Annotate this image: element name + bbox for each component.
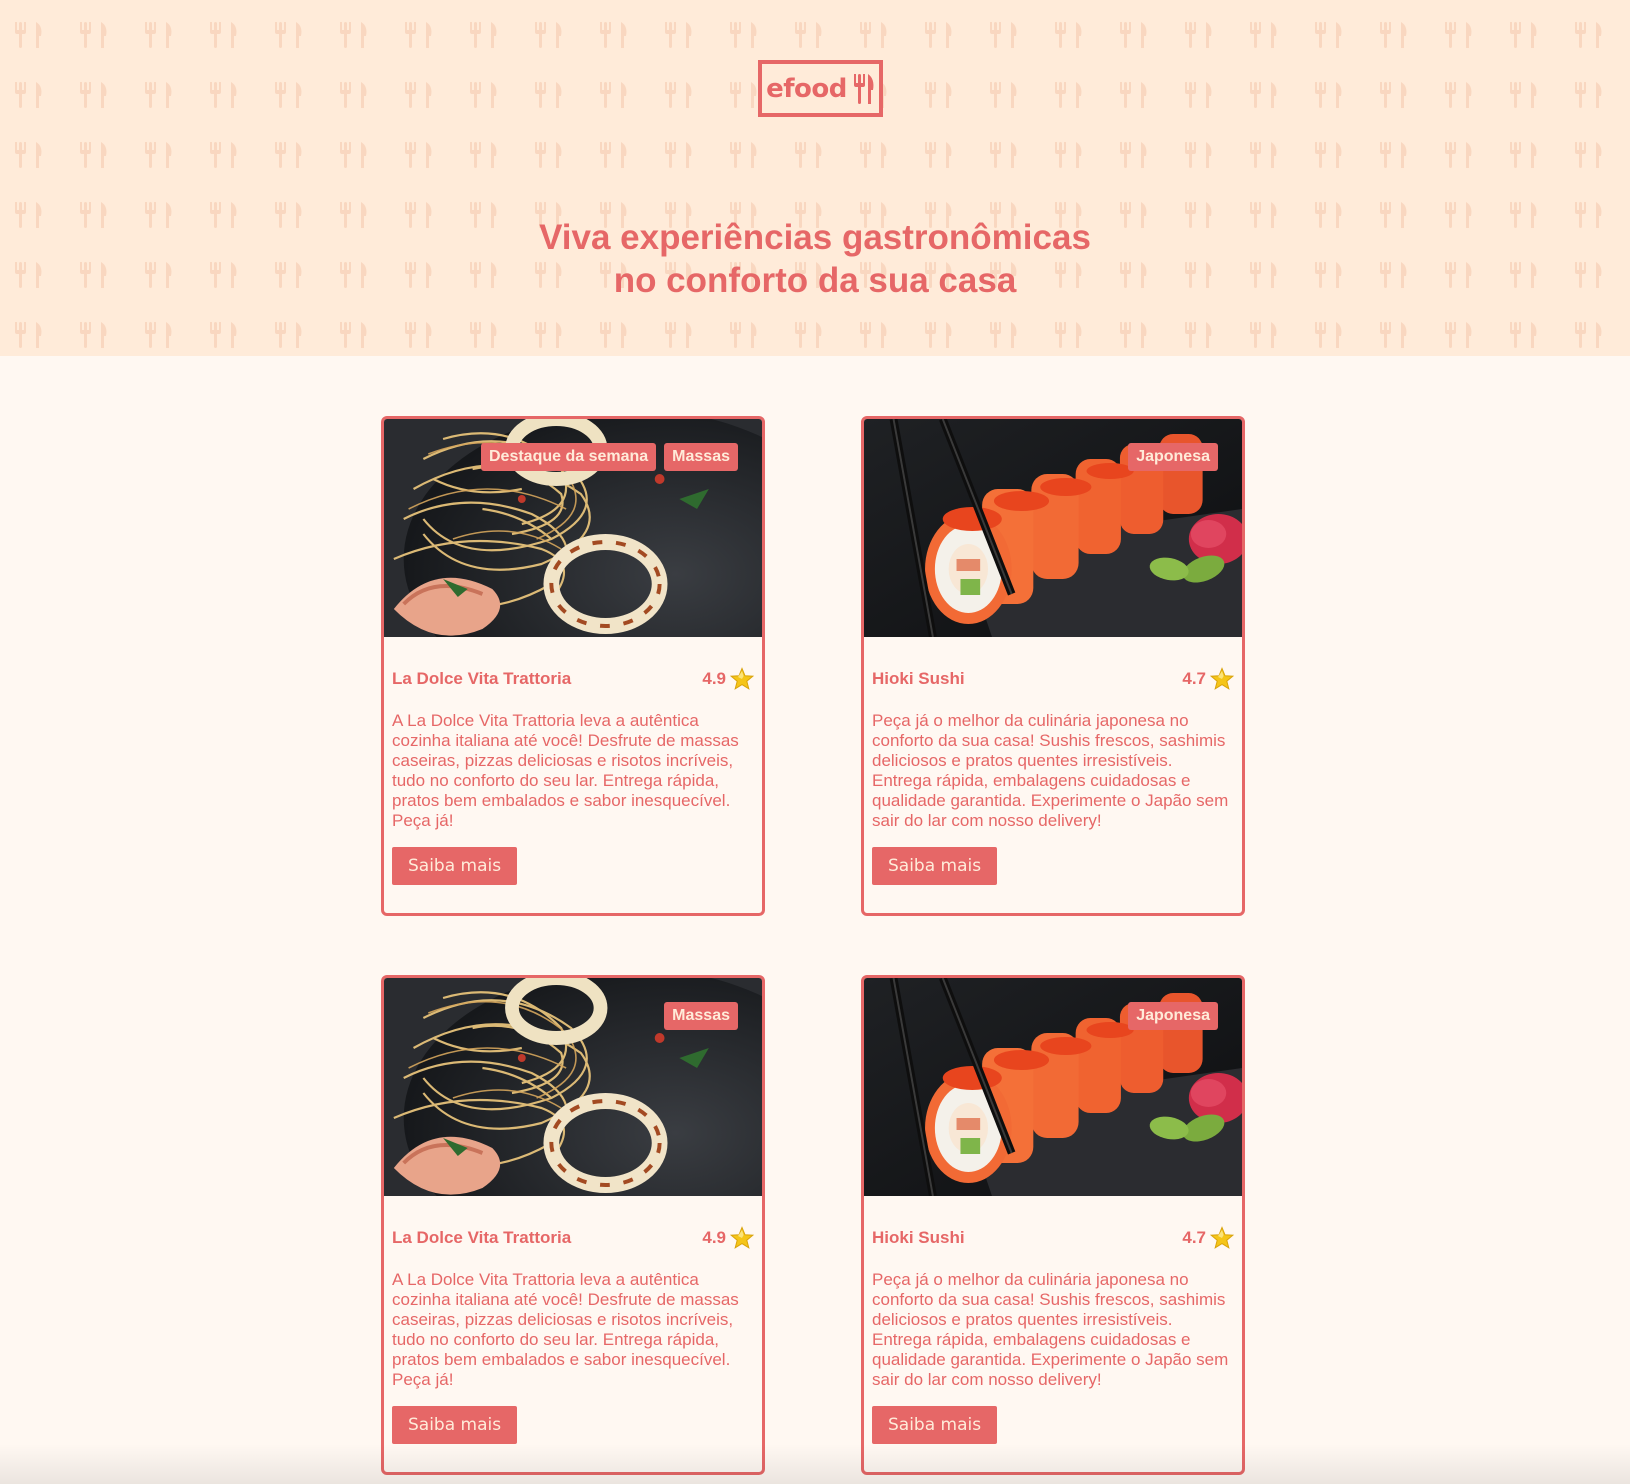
card-body: Hioki Sushi 4.7 Peça já o melhor da culi… [864, 1196, 1242, 1472]
tag-category: Japonesa [1128, 443, 1218, 471]
star-icon [1210, 1227, 1234, 1249]
hero-title-line-1: Viva experiências gastronômicas [539, 218, 1091, 257]
hero-banner: efood Viva experiências gastronômicas no… [0, 0, 1630, 356]
restaurant-card: Destaque da semana Massas La Dolce Vita … [381, 416, 765, 916]
card-header: Hioki Sushi 4.7 [872, 1226, 1234, 1250]
restaurant-image: Japonesa [864, 978, 1242, 1196]
restaurant-card: Massas La Dolce Vita Trattoria 4.9 A La … [381, 975, 765, 1475]
hero-title: Viva experiências gastronômicas no confo… [415, 216, 1215, 302]
restaurant-description: Peça já o melhor da culinária japonesa n… [872, 711, 1229, 830]
rating-value: 4.7 [1182, 669, 1206, 688]
restaurant-description: A La Dolce Vita Trattoria leva a autênti… [392, 711, 739, 830]
card-body: La Dolce Vita Trattoria 4.9 A La Dolce V… [384, 637, 762, 913]
star-icon [730, 1227, 754, 1249]
card-body: La Dolce Vita Trattoria 4.9 A La Dolce V… [384, 1196, 762, 1472]
card-header: La Dolce Vita Trattoria 4.9 [392, 1226, 754, 1250]
tag-list: Massas [664, 1002, 738, 1030]
star-icon [1210, 668, 1234, 690]
tag-category: Massas [664, 1002, 738, 1030]
restaurant-name: La Dolce Vita Trattoria [392, 1228, 572, 1247]
tag-category: Japonesa [1128, 1002, 1218, 1030]
restaurant-description: A La Dolce Vita Trattoria leva a autênti… [392, 1270, 739, 1389]
restaurant-card: Japonesa Hioki Sushi 4.7 Peça já o melho… [861, 416, 1245, 916]
logo-text: efood [766, 73, 847, 104]
restaurant-image: Massas [384, 978, 762, 1196]
cutlery-pattern-background [0, 0, 1630, 356]
saiba-mais-button[interactable]: Saiba mais [872, 1406, 998, 1444]
rating-value: 4.9 [702, 1228, 726, 1247]
tag-category: Massas [664, 443, 738, 471]
card-header: La Dolce Vita Trattoria 4.9 [392, 667, 754, 691]
restaurant-rating: 4.9 [702, 667, 754, 691]
star-icon [730, 668, 754, 690]
restaurant-name: Hioki Sushi [872, 669, 965, 688]
card-body: Hioki Sushi 4.7 Peça já o melhor da culi… [864, 637, 1242, 913]
tag-list: Japonesa [1128, 443, 1218, 471]
restaurant-card: Japonesa Hioki Sushi 4.7 Peça já o melho… [861, 975, 1245, 1475]
tag-featured: Destaque da semana [480, 443, 657, 471]
restaurant-description: Peça já o melhor da culinária japonesa n… [872, 1270, 1229, 1389]
saiba-mais-button[interactable]: Saiba mais [872, 847, 998, 885]
restaurant-image: Japonesa [864, 419, 1242, 637]
saiba-mais-button[interactable]: Saiba mais [392, 847, 518, 885]
restaurant-name: La Dolce Vita Trattoria [392, 669, 572, 688]
rating-value: 4.7 [1182, 1228, 1206, 1247]
saiba-mais-button[interactable]: Saiba mais [392, 1406, 518, 1444]
restaurant-name: Hioki Sushi [872, 1228, 965, 1247]
card-header: Hioki Sushi 4.7 [872, 667, 1234, 691]
bottom-shadow [0, 1444, 1630, 1484]
tag-list: Destaque da semana Massas [480, 443, 738, 471]
restaurant-image: Destaque da semana Massas [384, 419, 762, 637]
tag-list: Japonesa [1128, 1002, 1218, 1030]
restaurant-rating: 4.7 [1182, 1226, 1234, 1250]
cutlery-icon [853, 73, 874, 104]
restaurant-rating: 4.7 [1182, 667, 1234, 691]
efood-logo[interactable]: efood [758, 60, 883, 117]
hero-title-line-2: no conforto da sua casa [613, 261, 1017, 300]
restaurant-rating: 4.9 [702, 1226, 754, 1250]
rating-value: 4.9 [702, 669, 726, 688]
